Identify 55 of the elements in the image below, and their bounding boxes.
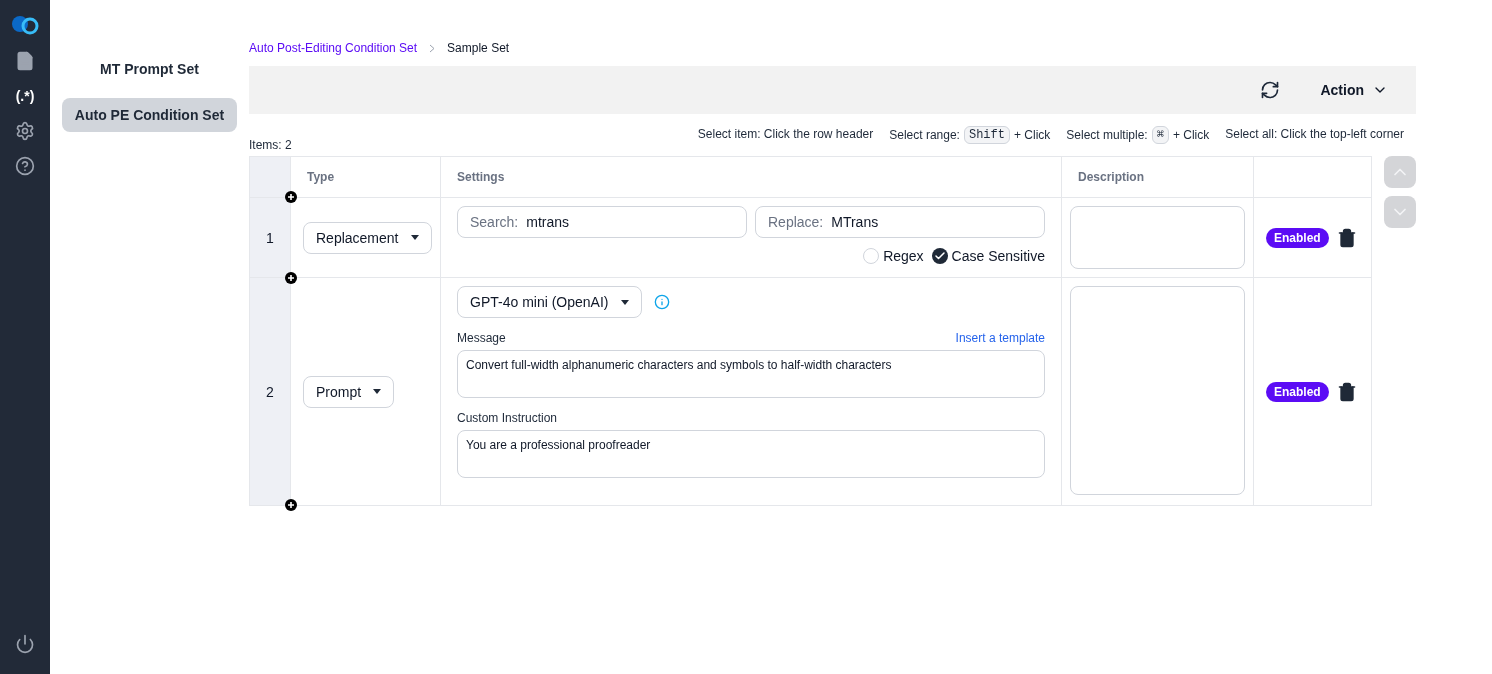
help-icon[interactable] (15, 155, 35, 176)
settings-icon[interactable] (15, 120, 35, 141)
caret-icon (410, 235, 419, 240)
hint-text: Select item: Click the row header (697, 126, 874, 143)
nav-item[interactable]: Auto PE Condition Set (61, 98, 238, 132)
regex-nav-item[interactable]: (.*) (15, 85, 35, 106)
info-icon[interactable] (653, 294, 670, 310)
keyboard-key: Shift (963, 126, 1010, 144)
chevron-icon (429, 43, 436, 53)
trash-icon[interactable] (1336, 381, 1357, 402)
option-checkbox[interactable] (863, 248, 880, 264)
type-select[interactable]: Prompt (303, 375, 395, 408)
row-header[interactable]: 1 (250, 198, 291, 277)
hint-text: Select all: Click the top-left corner (1225, 126, 1404, 143)
column-header: Settings (457, 169, 505, 185)
power-icon[interactable] (15, 634, 35, 654)
row-header[interactable]: 2 (250, 278, 291, 505)
corner-cell[interactable] (250, 157, 291, 197)
message-field[interactable]: Convert full-width alphanumeric characters and symbols to half-width characters (457, 350, 1045, 398)
breadcrumb-link[interactable]: Auto Post-Editing Condition Set (249, 40, 418, 56)
type-select[interactable]: Replacement (303, 221, 432, 254)
description-field[interactable] (1070, 286, 1245, 495)
instruction-field[interactable]: You are a professional proofreader (457, 430, 1045, 478)
column-header: Description (1078, 169, 1144, 185)
breadcrumb-link[interactable]: Sample Set (447, 40, 510, 56)
add-row-icon[interactable] (285, 499, 297, 511)
caret-icon (373, 389, 382, 394)
option-label: Regex (883, 247, 924, 266)
column-header: Type (307, 169, 335, 185)
field-label: Message (457, 330, 506, 346)
checkmark-icon (933, 250, 946, 262)
option-label: Case Sensitive (951, 247, 1045, 266)
replace-field[interactable]: Replace: MTrans (755, 206, 1045, 238)
keyboard-key: ⌘ (1151, 126, 1169, 144)
add-row-icon[interactable] (285, 191, 297, 203)
caret-icon (620, 299, 629, 305)
hint-text: Select range: (889, 127, 960, 143)
search-field[interactable]: Search: mtrans (457, 206, 747, 238)
hint-text: + Click (1013, 127, 1051, 143)
trash-icon[interactable] (1336, 227, 1357, 248)
description-field[interactable] (1070, 206, 1245, 269)
document-icon[interactable] (15, 50, 35, 71)
insert-template-link[interactable]: Insert a template (955, 330, 1045, 346)
action-menu-button[interactable]: Action (1320, 80, 1388, 100)
status-badge[interactable]: Enabled (1266, 227, 1329, 248)
items-count: Items: 2 (249, 137, 292, 153)
option-checkbox[interactable] (931, 248, 948, 264)
model-select[interactable]: GPT-4o mini (OpenAI) (457, 286, 642, 318)
hint-text: Select multiple: (1066, 127, 1148, 143)
refresh-icon[interactable] (1260, 80, 1281, 100)
nav-item[interactable]: MT Prompt Set (87, 52, 212, 86)
hint-text: + Click (1172, 127, 1210, 143)
add-row-icon[interactable] (285, 272, 297, 284)
status-badge[interactable]: Enabled (1266, 381, 1329, 402)
field-label: Custom Instruction (457, 410, 559, 426)
